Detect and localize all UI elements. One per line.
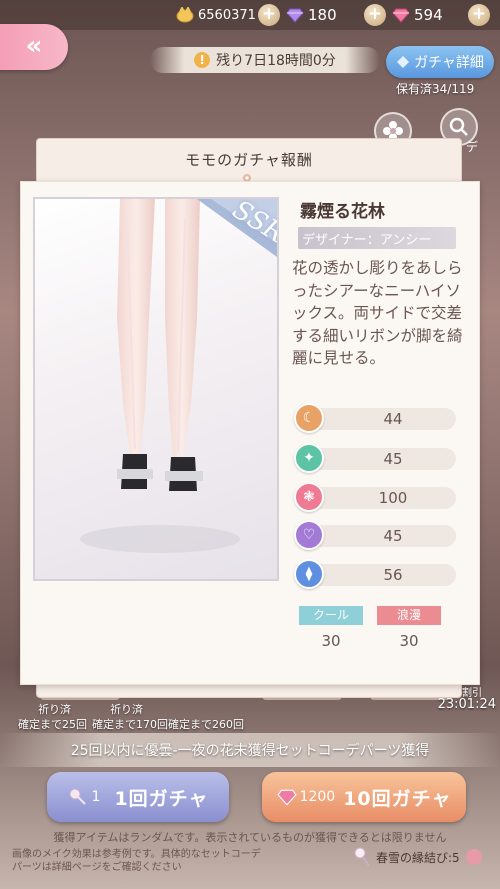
stat-fresh: ✦ 45 xyxy=(294,443,456,473)
pink-diamond-icon xyxy=(276,789,297,806)
pink-diamond-amount: 594 xyxy=(414,6,443,24)
pink-diamond-icon xyxy=(392,8,410,23)
sexy-icon: ♡ xyxy=(294,520,324,550)
gacha-detail-button[interactable]: ガチャ詳細 xyxy=(386,46,494,78)
hairpin-ticket-icon xyxy=(69,788,86,805)
tag-cool: クール xyxy=(299,606,363,625)
single-pull-cost: 1 xyxy=(68,787,101,807)
magnifier-icon xyxy=(449,117,468,136)
guarantee-text: 確定まで25回 xyxy=(18,718,87,731)
plus-badge-icon xyxy=(465,849,482,865)
ten-pull-label: 10回ガチャ xyxy=(343,787,452,810)
stat-warm: ⧫ 56 xyxy=(294,559,456,589)
gold-amount: 6560371 xyxy=(198,7,256,23)
hint-item[interactable]: 春雪の縁結び:5 xyxy=(352,844,498,870)
add-pink-diamond-button[interactable]: + xyxy=(468,4,490,26)
stat-elegant: ☾ 44 xyxy=(294,403,456,433)
gacha-detail-label: ガチャ詳細 xyxy=(414,55,484,71)
add-purple-diamond-button[interactable]: + xyxy=(364,4,386,26)
single-pull-label: 1回ガチャ xyxy=(114,787,209,810)
stat-value: 45 xyxy=(383,450,403,468)
tag-romance-value: 30 xyxy=(399,632,419,650)
hint-text: 春雪の縁結び:5 xyxy=(376,850,460,865)
item-description: 花の透かし彫りをあしらったシアーなニーハイソックス。両サイドで交差する細いリボン… xyxy=(292,259,463,367)
warm-icon: ⧫ xyxy=(294,559,324,589)
prayed-label: 祈り済 xyxy=(110,703,143,716)
side-label: デ xyxy=(466,140,479,154)
fresh-icon: ✦ xyxy=(294,443,324,473)
guarantee-text: 確定まで170回 xyxy=(92,718,168,731)
prayed-label: 祈り済 xyxy=(38,703,71,716)
purple-diamond-amount: 180 xyxy=(308,6,337,24)
sweet-icon: ❃ xyxy=(294,482,324,512)
item-name: 霧煙る花林 xyxy=(300,202,385,222)
designer-label: デザイナー：アンシー xyxy=(298,227,456,249)
ten-pull-cost: 1200 xyxy=(276,788,336,806)
purple-diamond-currency: 180 xyxy=(286,4,337,26)
single-pull-cost-value: 1 xyxy=(91,789,101,805)
guarantee-text: 確定まで260回 xyxy=(168,718,244,731)
alert-icon: ! xyxy=(194,52,211,68)
elegant-icon: ☾ xyxy=(294,403,324,433)
progress-text: 25回以内に優曇-一夜の花末獲得セットコーデパーツ獲得 xyxy=(70,743,430,759)
stat-value: 100 xyxy=(378,489,408,507)
double-chevron-left-icon: « xyxy=(25,31,43,61)
diamond-icon xyxy=(397,56,410,68)
hairpin-icon xyxy=(354,847,370,867)
stat-value: 56 xyxy=(383,566,403,584)
ten-pull-cost-value: 1200 xyxy=(299,789,336,805)
countdown-clock: 23:01:24 xyxy=(437,697,496,712)
random-disclaimer: 獲得アイテムはランダムです。表示されているものが獲得できるとは限りません xyxy=(53,831,447,844)
gold-coin-icon xyxy=(176,7,194,23)
purple-diamond-icon xyxy=(286,8,304,23)
timer-text: 残り7日18時間0分 xyxy=(216,53,336,69)
event-timer: ! 残り7日18時間0分 xyxy=(150,47,380,73)
gold-currency: 6560371 xyxy=(176,4,256,26)
item-image: SSR xyxy=(33,197,279,581)
stat-value: 45 xyxy=(383,527,403,545)
makeup-disclaimer: 画像のメイク効果は参考例です。具体的なセットコーデパーツは詳細ページをご確認くだ… xyxy=(12,849,261,873)
stat-value: 44 xyxy=(383,410,403,428)
stat-sweet: ❃ 100 xyxy=(294,482,456,512)
add-gold-button[interactable]: + xyxy=(258,4,280,26)
tag-cool-value: 30 xyxy=(321,632,341,650)
ten-pull-button[interactable]: 1200 10回ガチャ xyxy=(262,772,466,822)
pink-diamond-currency: 594 xyxy=(392,4,443,26)
back-button[interactable]: « xyxy=(0,24,68,70)
rarity-band: SSR xyxy=(187,199,277,259)
stat-sexy: ♡ 45 xyxy=(294,520,456,550)
tag-romance: 浪漫 xyxy=(377,606,441,625)
single-pull-button[interactable]: 1 1回ガチャ xyxy=(47,772,229,822)
owned-count: 保有済34/119 xyxy=(396,82,475,96)
